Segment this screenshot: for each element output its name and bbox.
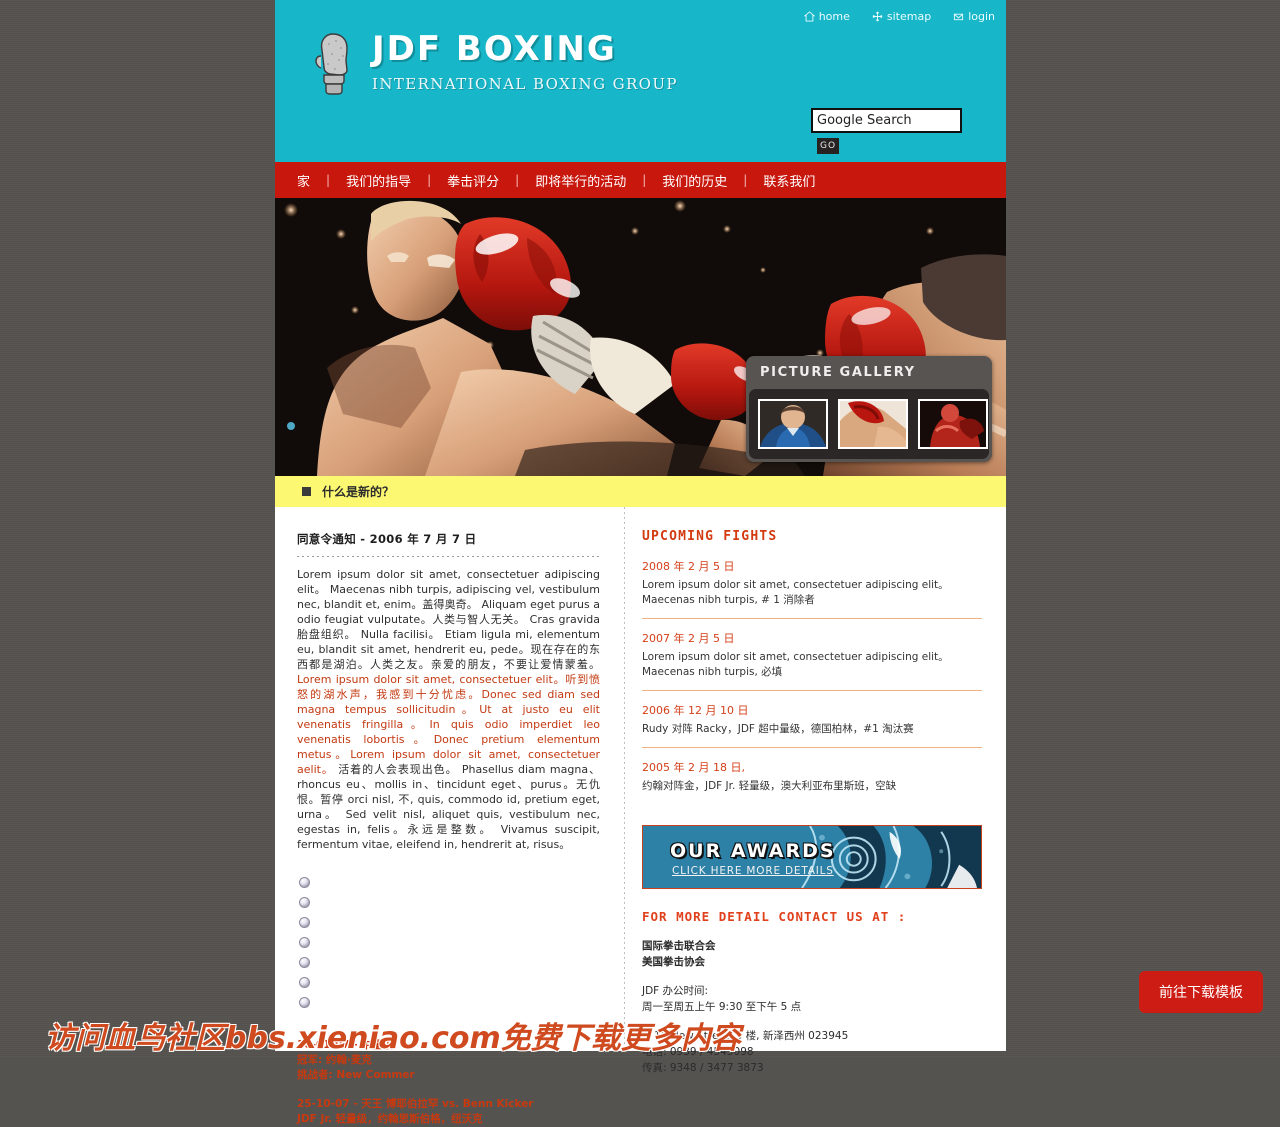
utility-link-login-label: login xyxy=(968,10,995,23)
square-bullet-icon xyxy=(302,487,311,496)
picture-gallery-panel: PICTURE GALLERY xyxy=(746,356,992,462)
article-title: 同意令通知 - 2006 年 7 月 7 日 xyxy=(297,532,477,546)
list-item[interactable] xyxy=(299,894,600,914)
awards-title: OUR AWARDS xyxy=(670,840,836,862)
picture-gallery-title: PICTURE GALLERY xyxy=(760,365,916,380)
home-icon xyxy=(803,11,815,22)
utility-link-home-label: home xyxy=(818,10,850,23)
contact-address: # 16 New Street, 3 楼, 新泽西州 023945 xyxy=(642,1030,849,1042)
gallery-thumb-1[interactable] xyxy=(758,399,828,449)
contact-org-1: 国际拳击联合会 xyxy=(642,940,716,952)
article-paragraph-part1: Lorem ipsum dolor sit amet, consectetuer… xyxy=(297,568,600,671)
nav-item-our-guide[interactable]: 我们的指导 xyxy=(346,171,411,190)
contact-phone: 电话: 0939 / 4545098 xyxy=(642,1046,754,1058)
nav-item-home[interactable]: 家 xyxy=(297,171,310,190)
site-header: home sitemap login JDF BOXING INTERNATIO… xyxy=(275,0,1006,162)
fight-result-champion: 冠军: 约翰·麦克 xyxy=(297,1054,372,1066)
search-input[interactable] xyxy=(811,108,962,133)
list-item[interactable] xyxy=(299,934,600,954)
awards-details-link[interactable]: CLICK HERE MORE DETAILS xyxy=(672,865,834,877)
utility-link-login[interactable]: login xyxy=(953,11,995,22)
upcoming-fight-date: 2007 年 2 月 5 日 xyxy=(642,632,735,645)
article-divider xyxy=(297,556,600,557)
brand[interactable]: JDF BOXING INTERNATIONAL BOXING GROUP xyxy=(310,28,678,98)
list-item[interactable] xyxy=(299,994,600,1014)
upcoming-fight-desc: Lorem ipsum dolor sit amet, consectetuer… xyxy=(642,651,949,678)
boxing-glove-icon xyxy=(310,28,358,98)
fight-result-date: 25-10-07 - 天王 博耶伯拉罕 vs. Benn Kicker xyxy=(297,1098,534,1110)
utility-link-sitemap-label: sitemap xyxy=(886,10,932,23)
login-icon xyxy=(953,11,964,22)
gallery-thumb-2[interactable] xyxy=(838,399,908,449)
nav-item-our-history[interactable]: 我们的历史 xyxy=(662,171,727,190)
upcoming-fight-desc: Lorem ipsum dolor sit amet, consectetuer… xyxy=(642,579,949,606)
upcoming-fight-date: 2006 年 12 月 10 日 xyxy=(642,704,749,717)
contact-hours-value: 周一至周五上午 9:30 至下午 5 点 xyxy=(642,1001,802,1013)
utility-links: home sitemap login xyxy=(803,10,995,23)
whats-new-label: 什么是新的？ xyxy=(322,485,395,499)
nav-item-contact-us[interactable]: 联系我们 xyxy=(763,171,815,190)
upcoming-fight-date: 2005 年 2 月 18 日, xyxy=(642,761,745,774)
upcoming-fight-item: 2007 年 2 月 5 日 Lorem ipsum dolor sit ame… xyxy=(642,618,982,690)
article-paragraph-highlight: Lorem ipsum dolor sit amet, consectetuer… xyxy=(297,673,600,776)
utility-link-sitemap[interactable]: sitemap xyxy=(872,11,931,22)
list-item[interactable] xyxy=(299,954,600,974)
nav-separator: | xyxy=(326,173,331,187)
whats-new-bar: 什么是新的？ xyxy=(275,476,1006,507)
list-item[interactable] xyxy=(299,874,600,894)
fight-result-challenger: 挑战者: New Commer xyxy=(297,1069,415,1081)
search-area: GO xyxy=(811,108,962,154)
upcoming-fights-title: UPCOMING FIGHTS xyxy=(642,529,778,544)
fight-result-item: 10-01-07 - 中量级 冠军: 约翰·麦克 挑战者: New Commer xyxy=(297,1038,600,1083)
nav-separator: | xyxy=(515,173,520,187)
fight-result-date: 10-01-07 - 中量级 xyxy=(297,1039,393,1051)
contact-hours-label: JDF 办公时间: xyxy=(642,985,709,997)
contact-org-2: 美国拳击协会 xyxy=(642,956,705,968)
fight-result-detail: JDF Jr. 轻量级，约翰思斯伯格，纽沃克 xyxy=(297,1113,483,1125)
nav-item-upcoming-events[interactable]: 即将举行的活动 xyxy=(535,171,626,190)
nav-separator: | xyxy=(743,173,748,187)
contact-title: FOR MORE DETAIL CONTACT US AT : xyxy=(642,909,907,924)
upcoming-fight-item: 2006 年 12 月 10 日 Rudy 对阵 Racky，JDF 超中量级，… xyxy=(642,690,982,747)
download-template-button[interactable]: 前往下载模板 xyxy=(1139,971,1263,1013)
search-go-button[interactable]: GO xyxy=(817,138,839,154)
upcoming-fight-item: 2005 年 2 月 18 日, 约翰对阵金，JDF Jr. 轻量级，澳大利亚布… xyxy=(642,747,982,804)
contact-details: 国际拳击联合会 美国拳击协会 JDF 办公时间: 周一至周五上午 9:30 至下… xyxy=(642,938,982,1076)
brand-subtitle: INTERNATIONAL BOXING GROUP xyxy=(372,75,678,93)
article-column: 同意令通知 - 2006 年 7 月 7 日 Lorem ipsum dolor… xyxy=(275,507,624,1125)
article-paragraph-part2: 活着的人会表现出色。 Phasellus diam magna、rhoncus … xyxy=(297,763,600,851)
awards-banner[interactable]: OUR AWARDS CLICK HERE MORE DETAILS xyxy=(642,825,982,889)
gallery-thumb-3[interactable] xyxy=(918,399,988,449)
site-page: home sitemap login JDF BOXING INTERNATIO… xyxy=(275,0,1006,1125)
article-body: Lorem ipsum dolor sit amet, consectetuer… xyxy=(297,567,600,852)
upcoming-fight-date: 2008 年 2 月 5 日 xyxy=(642,560,735,573)
picture-gallery-strip xyxy=(749,389,989,459)
utility-link-home[interactable]: home xyxy=(803,10,850,23)
list-item[interactable] xyxy=(299,914,600,934)
fight-result-item: 25-10-07 - 天王 博耶伯拉罕 vs. Benn Kicker JDF … xyxy=(297,1097,600,1127)
upcoming-fight-desc: Rudy 对阵 Racky，JDF 超中量级，德国柏林，#1 淘汰赛 xyxy=(642,723,914,735)
sitemap-icon xyxy=(872,11,883,22)
upcoming-fight-item: 2008 年 2 月 5 日 Lorem ipsum dolor sit ame… xyxy=(642,544,982,618)
bullet-list xyxy=(299,874,600,1014)
hero-banner: PICTURE GALLERY xyxy=(275,198,1006,476)
nav-separator: | xyxy=(427,173,432,187)
fight-results-list: 10-01-07 - 中量级 冠军: 约翰·麦克 挑战者: New Commer… xyxy=(297,1038,600,1127)
list-item[interactable] xyxy=(299,974,600,994)
main-navigation: 家 | 我们的指导 | 拳击评分 | 即将举行的活动 | 我们的历史 | 联系我… xyxy=(275,162,1006,198)
upcoming-fight-desc: 约翰对阵金，JDF Jr. 轻量级，澳大利亚布里斯班，空缺 xyxy=(642,780,897,792)
nav-item-boxing-scores[interactable]: 拳击评分 xyxy=(447,171,499,190)
sidebar-column: UPCOMING FIGHTS 2008 年 2 月 5 日 Lorem ips… xyxy=(624,507,1006,1074)
nav-separator: | xyxy=(642,173,647,187)
content-area: 同意令通知 - 2006 年 7 月 7 日 Lorem ipsum dolor… xyxy=(275,507,1006,1125)
brand-title: JDF BOXING xyxy=(372,29,617,69)
contact-fax: 传真: 9348 / 3477 3873 xyxy=(642,1062,764,1074)
